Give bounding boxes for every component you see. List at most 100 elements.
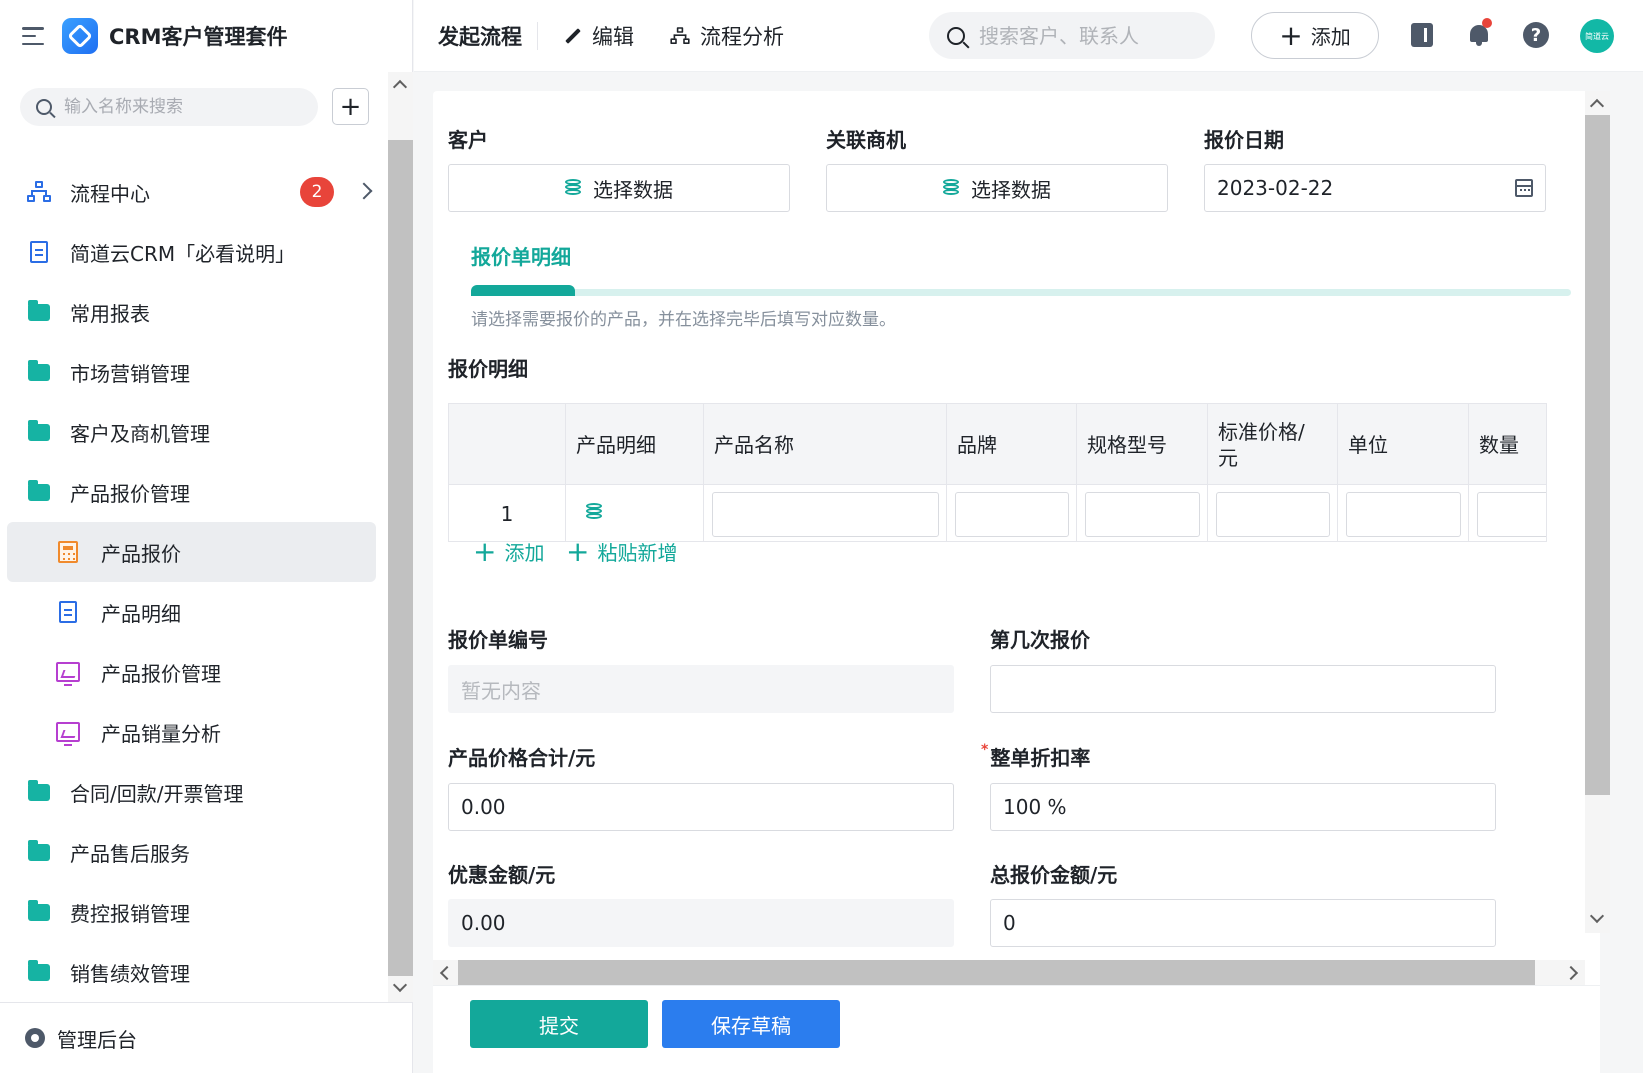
dashboard-icon — [56, 720, 80, 746]
sidebar-item-sales-analysis[interactable]: 产品销量分析 — [0, 702, 388, 762]
unit-input[interactable] — [1346, 492, 1461, 537]
sidebar-item-quote-dashboard[interactable]: 产品报价管理 — [0, 642, 388, 702]
sidebar-item-quote-management[interactable]: 产品报价管理 — [0, 462, 388, 522]
section-underline — [471, 285, 1571, 296]
search-icon — [947, 26, 965, 45]
price-total-field[interactable]: 0.00 — [448, 783, 954, 831]
sidebar-item-after-sales[interactable]: 产品售后服务 — [0, 822, 388, 882]
form-vertical-scrollbar[interactable] — [1585, 91, 1610, 933]
submit-button[interactable]: 提交 — [470, 1000, 648, 1048]
divider — [537, 22, 538, 50]
admin-console-link[interactable]: 管理后台 — [0, 1002, 413, 1073]
global-search-input[interactable] — [979, 23, 1199, 48]
folder-icon — [27, 299, 51, 324]
add-row-button[interactable]: + 添加 — [473, 537, 544, 566]
quote-form: 客户 选择数据 关联商机 选择数据 报价日期 2023-02-22 报价单明细 … — [433, 91, 1600, 1073]
column-header-product-name: 产品名称 — [704, 404, 947, 485]
question-icon[interactable]: ? — [1523, 22, 1549, 48]
opportunity-select-button[interactable]: 选择数据 — [826, 164, 1168, 212]
plus-icon: + — [473, 534, 497, 568]
sidebar-item-flow-center[interactable]: 流程中心 2 — [0, 162, 388, 222]
sidebar-item-label: 产品售后服务 — [70, 841, 190, 866]
chevron-right-icon[interactable] — [355, 182, 373, 200]
sidebar-add-button[interactable]: + — [332, 88, 369, 125]
global-search — [929, 12, 1215, 59]
database-icon[interactable] — [586, 503, 604, 521]
tab-edit[interactable]: 编辑 — [564, 21, 634, 51]
sidebar-item-label: 产品报价 — [101, 541, 181, 566]
sidebar-scrollbar[interactable] — [388, 72, 413, 1002]
form-actions: 提交 保存草稿 — [433, 985, 1600, 1073]
quote-date-field[interactable]: 2023-02-22 — [1204, 164, 1546, 212]
discount-field[interactable]: 100 % — [990, 783, 1496, 831]
sidebar-item-reports[interactable]: 常用报表 — [0, 282, 388, 342]
spec-input[interactable] — [1085, 492, 1200, 537]
select-button-label: 选择数据 — [593, 177, 673, 202]
scroll-down-icon[interactable] — [1589, 908, 1605, 924]
flow-icon — [27, 180, 51, 204]
product-name-input[interactable] — [712, 492, 939, 537]
tab-flow-analysis[interactable]: 流程分析 — [668, 21, 784, 51]
search-icon — [36, 99, 52, 115]
calendar-icon[interactable] — [1515, 179, 1533, 197]
quote-detail-label: 报价明细 — [448, 357, 528, 381]
required-marker: * — [981, 742, 989, 758]
form-scroll-thumb[interactable] — [1585, 115, 1610, 795]
customer-select-button[interactable]: 选择数据 — [448, 164, 790, 212]
sidebar-item-label: 客户及商机管理 — [70, 421, 210, 446]
column-header-quantity: 数量 — [1469, 404, 1546, 485]
sidebar-item-product-quote[interactable]: 产品报价 — [7, 522, 376, 582]
paste-add-button[interactable]: + 粘贴新增 — [566, 537, 677, 566]
section-description: 请选择需要报价的产品，并在选择完毕后填写对应数量。 — [471, 310, 896, 330]
bell-icon[interactable] — [1468, 18, 1492, 46]
notification-badge: 2 — [300, 177, 334, 207]
sidebar-item-product-detail[interactable]: 产品明细 — [0, 582, 388, 642]
total-amount-label: 总报价金额/元 — [990, 863, 1118, 887]
avatar[interactable]: 简道云 — [1580, 19, 1614, 53]
form-hscroll-thumb[interactable] — [458, 960, 1535, 985]
sidebar-item-performance[interactable]: 销售绩效管理 — [0, 942, 388, 1002]
sidebar-item-label: 简道云CRM「必看说明」 — [70, 241, 296, 266]
standard-price-input[interactable] — [1216, 492, 1330, 537]
total-amount-field[interactable]: 0 — [990, 899, 1496, 947]
tab-launch-flow[interactable]: 发起流程 — [438, 21, 522, 51]
sidebar-item-label: 市场营销管理 — [70, 361, 190, 386]
menu-toggle-icon[interactable] — [22, 27, 44, 45]
scroll-up-icon[interactable] — [392, 79, 408, 95]
admin-console-label: 管理后台 — [57, 1027, 137, 1052]
scroll-left-icon[interactable] — [439, 965, 455, 981]
database-icon — [943, 179, 961, 197]
quote-round-field[interactable] — [990, 665, 1496, 713]
save-draft-button[interactable]: 保存草稿 — [662, 1000, 840, 1048]
scroll-up-icon[interactable] — [1589, 98, 1605, 114]
sidebar-search-input[interactable] — [64, 97, 284, 117]
section-title: 报价单明细 — [471, 245, 571, 269]
add-button[interactable]: + 添加 — [1251, 12, 1379, 59]
sidebar-item-customers[interactable]: 客户及商机管理 — [0, 402, 388, 462]
scroll-down-icon[interactable] — [392, 977, 408, 993]
sidebar-item-contracts[interactable]: 合同/回款/开票管理 — [0, 762, 388, 822]
sidebar-item-expenses[interactable]: 费控报销管理 — [0, 882, 388, 942]
add-button-label: 添加 — [1310, 25, 1351, 49]
sidebar-item-label: 产品报价管理 — [101, 661, 221, 686]
sidebar-scroll-thumb[interactable] — [388, 140, 413, 976]
paste-add-label: 粘贴新增 — [597, 541, 678, 565]
brand-input[interactable] — [955, 492, 1069, 537]
sidebar-item-label: 产品明细 — [101, 601, 181, 626]
help-docs-icon[interactable] — [1411, 23, 1433, 47]
app-title: CRM客户管理套件 — [109, 25, 288, 49]
quantity-input[interactable] — [1477, 492, 1546, 537]
document-icon — [27, 240, 51, 264]
unread-dot — [1482, 18, 1492, 28]
sidebar-item-marketing[interactable]: 市场营销管理 — [0, 342, 388, 402]
sidebar-search — [20, 88, 318, 126]
pencil-icon — [565, 27, 581, 44]
scroll-right-icon[interactable] — [1563, 965, 1579, 981]
plus-icon: + — [566, 534, 590, 568]
sidebar-item-label: 流程中心 — [70, 181, 150, 206]
sidebar-item-label: 产品报价管理 — [70, 481, 190, 506]
sidebar-item-guide[interactable]: 简道云CRM「必看说明」 — [0, 222, 388, 282]
column-header-product-detail: 产品明细 — [566, 404, 704, 485]
column-header-spec: 规格型号 — [1077, 404, 1208, 485]
form-horizontal-scrollbar[interactable] — [433, 960, 1585, 985]
